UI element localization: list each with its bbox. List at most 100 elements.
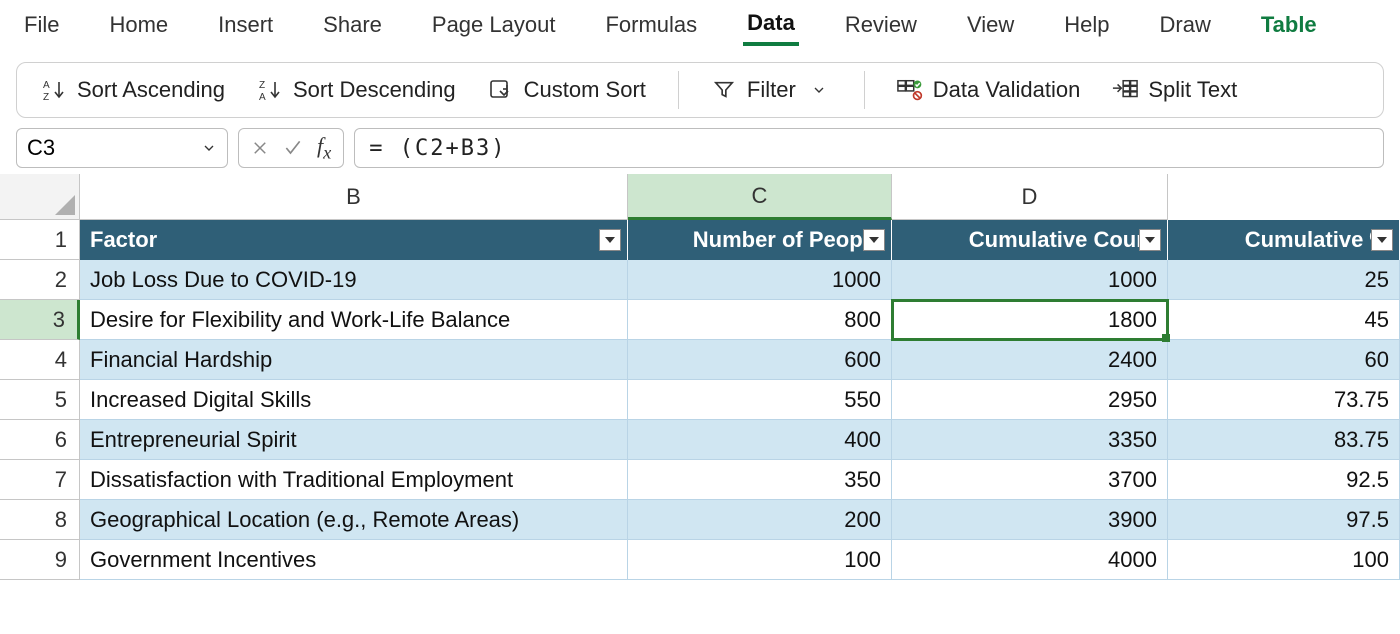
sort-desc-icon: Z A — [257, 77, 283, 103]
row-head-8[interactable]: 8 — [0, 500, 80, 540]
cell-c6[interactable]: 3350 — [892, 420, 1168, 460]
cell-b2[interactable]: 1000 — [628, 260, 892, 300]
tab-insert[interactable]: Insert — [214, 6, 277, 44]
cell-b9[interactable]: 100 — [628, 540, 892, 580]
cell-c9[interactable]: 4000 — [892, 540, 1168, 580]
fx-icon[interactable]: fx — [317, 133, 331, 163]
header-cum-count-cell[interactable]: Cumulative Count — [892, 220, 1168, 260]
toolbar-separator — [678, 71, 679, 109]
cell-c8[interactable]: 3900 — [892, 500, 1168, 540]
cell-d7[interactable]: 92.5 — [1168, 460, 1400, 500]
tab-formulas[interactable]: Formulas — [601, 6, 701, 44]
row-head-5[interactable]: 5 — [0, 380, 80, 420]
cell-d2[interactable]: 25 — [1168, 260, 1400, 300]
table-row: 5 Increased Digital Skills 550 2950 73.7… — [0, 380, 1400, 420]
cell-a3[interactable]: Desire for Flexibility and Work-Life Bal… — [80, 300, 628, 340]
name-box-value: C3 — [27, 135, 55, 161]
filter-dropdown-icon[interactable] — [599, 229, 621, 251]
cell-d5[interactable]: 73.75 — [1168, 380, 1400, 420]
tab-view[interactable]: View — [963, 6, 1018, 44]
header-num-people-cell[interactable]: Number of People — [628, 220, 892, 260]
formula-controls: fx — [238, 128, 344, 168]
tab-file[interactable]: File — [20, 6, 63, 44]
table-row: 4 Financial Hardship 600 2400 60 — [0, 340, 1400, 380]
col-head-d[interactable]: D — [892, 174, 1168, 220]
cell-a4[interactable]: Financial Hardship — [80, 340, 628, 380]
col-head-c[interactable]: C — [628, 174, 892, 220]
row-head-2[interactable]: 2 — [0, 260, 80, 300]
cell-c2[interactable]: 1000 — [892, 260, 1168, 300]
cell-a6[interactable]: Entrepreneurial Spirit — [80, 420, 628, 460]
filter-dropdown-icon[interactable] — [1139, 229, 1161, 251]
cell-d4[interactable]: 60 — [1168, 340, 1400, 380]
row-head-1[interactable]: 1 — [0, 220, 80, 260]
select-all-corner[interactable] — [0, 174, 80, 220]
header-cum-pct-cell[interactable]: Cumulative % — [1168, 220, 1400, 260]
data-toolbar: A Z Sort Ascending Z A Sort Descending — [16, 62, 1384, 118]
row-head-6[interactable]: 6 — [0, 420, 80, 460]
cell-d8[interactable]: 97.5 — [1168, 500, 1400, 540]
row-head-7[interactable]: 7 — [0, 460, 80, 500]
cell-b3[interactable]: 800 — [628, 300, 892, 340]
spreadsheet-grid[interactable]: A B C D 1 Factor Number of People Cumula… — [0, 174, 1400, 580]
cell-b4[interactable]: 600 — [628, 340, 892, 380]
tab-review[interactable]: Review — [841, 6, 921, 44]
formula-text: = (C2+B3) — [369, 136, 506, 161]
cell-a5[interactable]: Increased Digital Skills — [80, 380, 628, 420]
header-factor-cell[interactable]: Factor — [80, 220, 628, 260]
sort-descending-button[interactable]: Z A Sort Descending — [251, 73, 462, 107]
formula-bar: C3 fx = (C2+B3) — [0, 126, 1400, 174]
cell-c7[interactable]: 3700 — [892, 460, 1168, 500]
cell-b8[interactable]: 200 — [628, 500, 892, 540]
accept-formula-icon[interactable] — [283, 138, 303, 158]
table-row: 7 Dissatisfaction with Traditional Emplo… — [0, 460, 1400, 500]
split-text-icon — [1112, 77, 1138, 103]
tab-share[interactable]: Share — [319, 6, 386, 44]
cell-d3[interactable]: 45 — [1168, 300, 1400, 340]
filter-button[interactable]: Filter — [705, 73, 838, 107]
svg-text:A: A — [259, 92, 266, 102]
cell-c3[interactable]: 1800 — [892, 300, 1168, 340]
filter-label: Filter — [747, 77, 796, 103]
name-box[interactable]: C3 — [16, 128, 228, 168]
row-head-4[interactable]: 4 — [0, 340, 80, 380]
tab-draw[interactable]: Draw — [1156, 6, 1215, 44]
cancel-formula-icon[interactable] — [251, 139, 269, 157]
col-head-b[interactable]: B — [80, 174, 628, 220]
tab-data[interactable]: Data — [743, 4, 799, 46]
svg-text:Z: Z — [259, 80, 265, 91]
filter-icon — [711, 77, 737, 103]
row-head-3[interactable]: 3 — [0, 300, 80, 340]
formula-input[interactable]: = (C2+B3) — [354, 128, 1384, 168]
tab-home[interactable]: Home — [105, 6, 172, 44]
sort-ascending-button[interactable]: A Z Sort Ascending — [35, 73, 231, 107]
split-text-button[interactable]: Split Text — [1106, 73, 1243, 107]
custom-sort-button[interactable]: Custom Sort — [482, 73, 652, 107]
cell-a7[interactable]: Dissatisfaction with Traditional Employm… — [80, 460, 628, 500]
filter-dropdown-icon[interactable] — [1371, 229, 1393, 251]
tab-pagelayout[interactable]: Page Layout — [428, 6, 560, 44]
cell-d9[interactable]: 100 — [1168, 540, 1400, 580]
row-head-9[interactable]: 9 — [0, 540, 80, 580]
table-row: 8 Geographical Location (e.g., Remote Ar… — [0, 500, 1400, 540]
cell-c5[interactable]: 2950 — [892, 380, 1168, 420]
data-validation-button[interactable]: Data Validation — [891, 73, 1087, 107]
cell-b6[interactable]: 400 — [628, 420, 892, 460]
table-row: 3 Desire for Flexibility and Work-Life B… — [0, 300, 1400, 340]
cell-a2[interactable]: Job Loss Due to COVID-19 — [80, 260, 628, 300]
cell-a8[interactable]: Geographical Location (e.g., Remote Area… — [80, 500, 628, 540]
custom-sort-label: Custom Sort — [524, 77, 646, 103]
cell-d6[interactable]: 83.75 — [1168, 420, 1400, 460]
filter-dropdown-icon[interactable] — [863, 229, 885, 251]
tab-table[interactable]: Table — [1257, 6, 1321, 44]
table-row: 2 Job Loss Due to COVID-19 1000 1000 25 — [0, 260, 1400, 300]
split-text-label: Split Text — [1148, 77, 1237, 103]
cell-c4[interactable]: 2400 — [892, 340, 1168, 380]
cell-a9[interactable]: Government Incentives — [80, 540, 628, 580]
ribbon-tabs: File Home Insert Share Page Layout Formu… — [0, 0, 1400, 50]
sort-ascending-label: Sort Ascending — [77, 77, 225, 103]
tab-help[interactable]: Help — [1060, 6, 1113, 44]
chevron-down-icon — [201, 140, 217, 156]
cell-b5[interactable]: 550 — [628, 380, 892, 420]
cell-b7[interactable]: 350 — [628, 460, 892, 500]
